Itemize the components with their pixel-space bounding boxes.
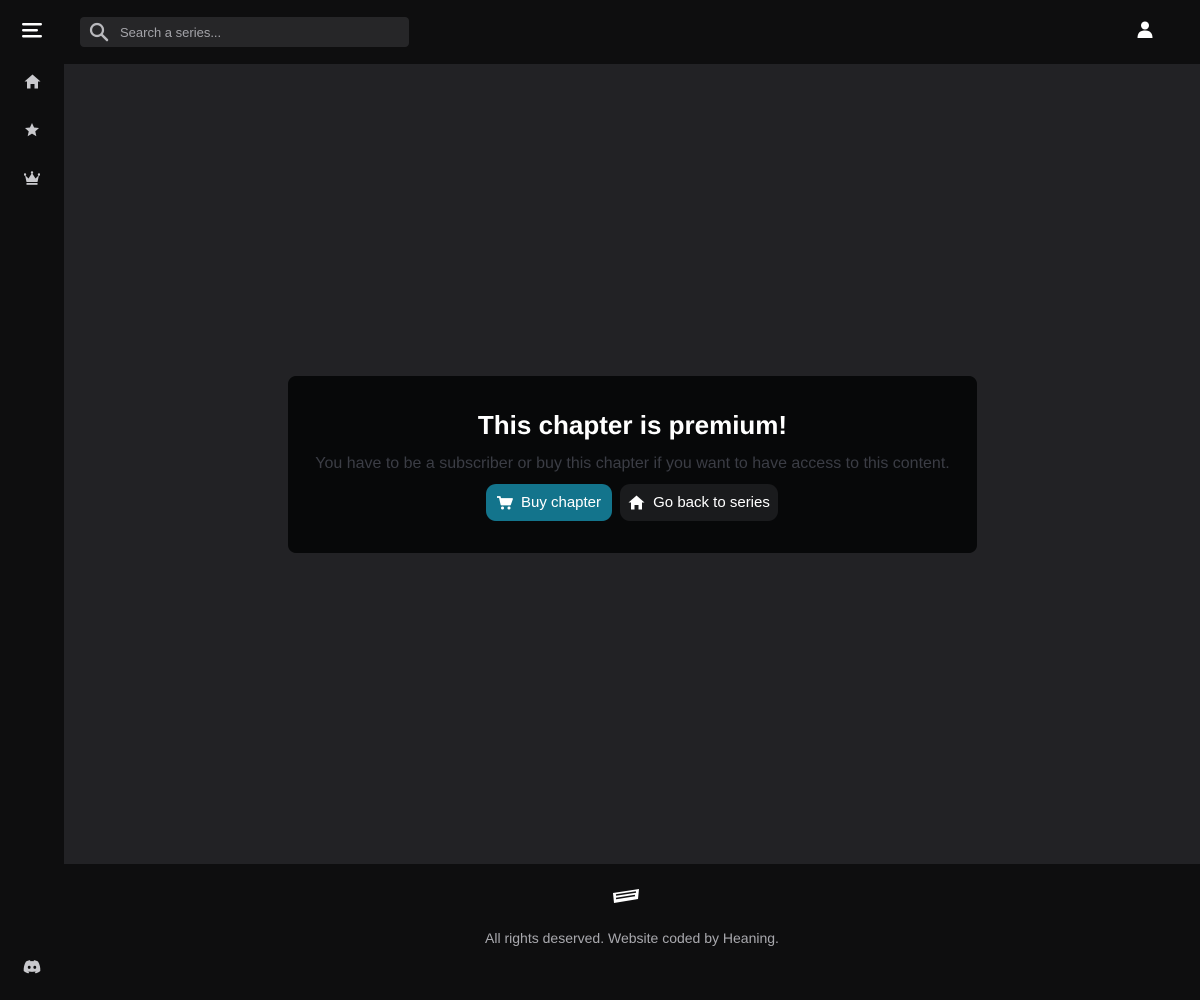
premium-title: This chapter is premium! xyxy=(477,410,788,440)
search-input[interactable] xyxy=(120,24,390,40)
footer-copyright: All rights deserved. Website coded by He… xyxy=(485,930,779,946)
home-icon xyxy=(628,495,645,510)
crown-icon xyxy=(23,170,41,190)
premium-notice-card: This chapter is premium! You have to be … xyxy=(288,376,977,553)
top-bar xyxy=(0,0,1200,64)
discord-icon xyxy=(23,959,41,979)
sidebar-item-favorites[interactable] xyxy=(16,116,48,148)
logo-mark xyxy=(613,889,639,903)
site-logo[interactable] xyxy=(612,888,640,904)
sidebar xyxy=(0,64,64,1000)
footer: All rights deserved. Website coded by He… xyxy=(64,864,1200,1000)
star-icon xyxy=(24,122,40,143)
search-icon xyxy=(82,17,116,47)
user-icon xyxy=(1137,21,1153,43)
home-icon xyxy=(24,74,41,94)
menu-icon xyxy=(22,22,42,43)
buy-chapter-button[interactable]: Buy chapter xyxy=(486,484,612,521)
back-to-series-label: Go back to series xyxy=(653,494,770,511)
user-account-button[interactable] xyxy=(1130,17,1160,47)
main-content: This chapter is premium! You have to be … xyxy=(64,64,1200,864)
back-to-series-button[interactable]: Go back to series xyxy=(620,484,778,521)
cart-icon xyxy=(496,495,513,510)
sidebar-item-premium[interactable] xyxy=(16,164,48,196)
discord-link[interactable] xyxy=(16,953,48,985)
premium-message: You have to be a subscriber or buy this … xyxy=(315,455,950,472)
menu-button[interactable] xyxy=(16,16,48,48)
sidebar-item-home[interactable] xyxy=(16,68,48,100)
search-bar xyxy=(80,17,409,47)
buy-chapter-label: Buy chapter xyxy=(520,494,602,511)
